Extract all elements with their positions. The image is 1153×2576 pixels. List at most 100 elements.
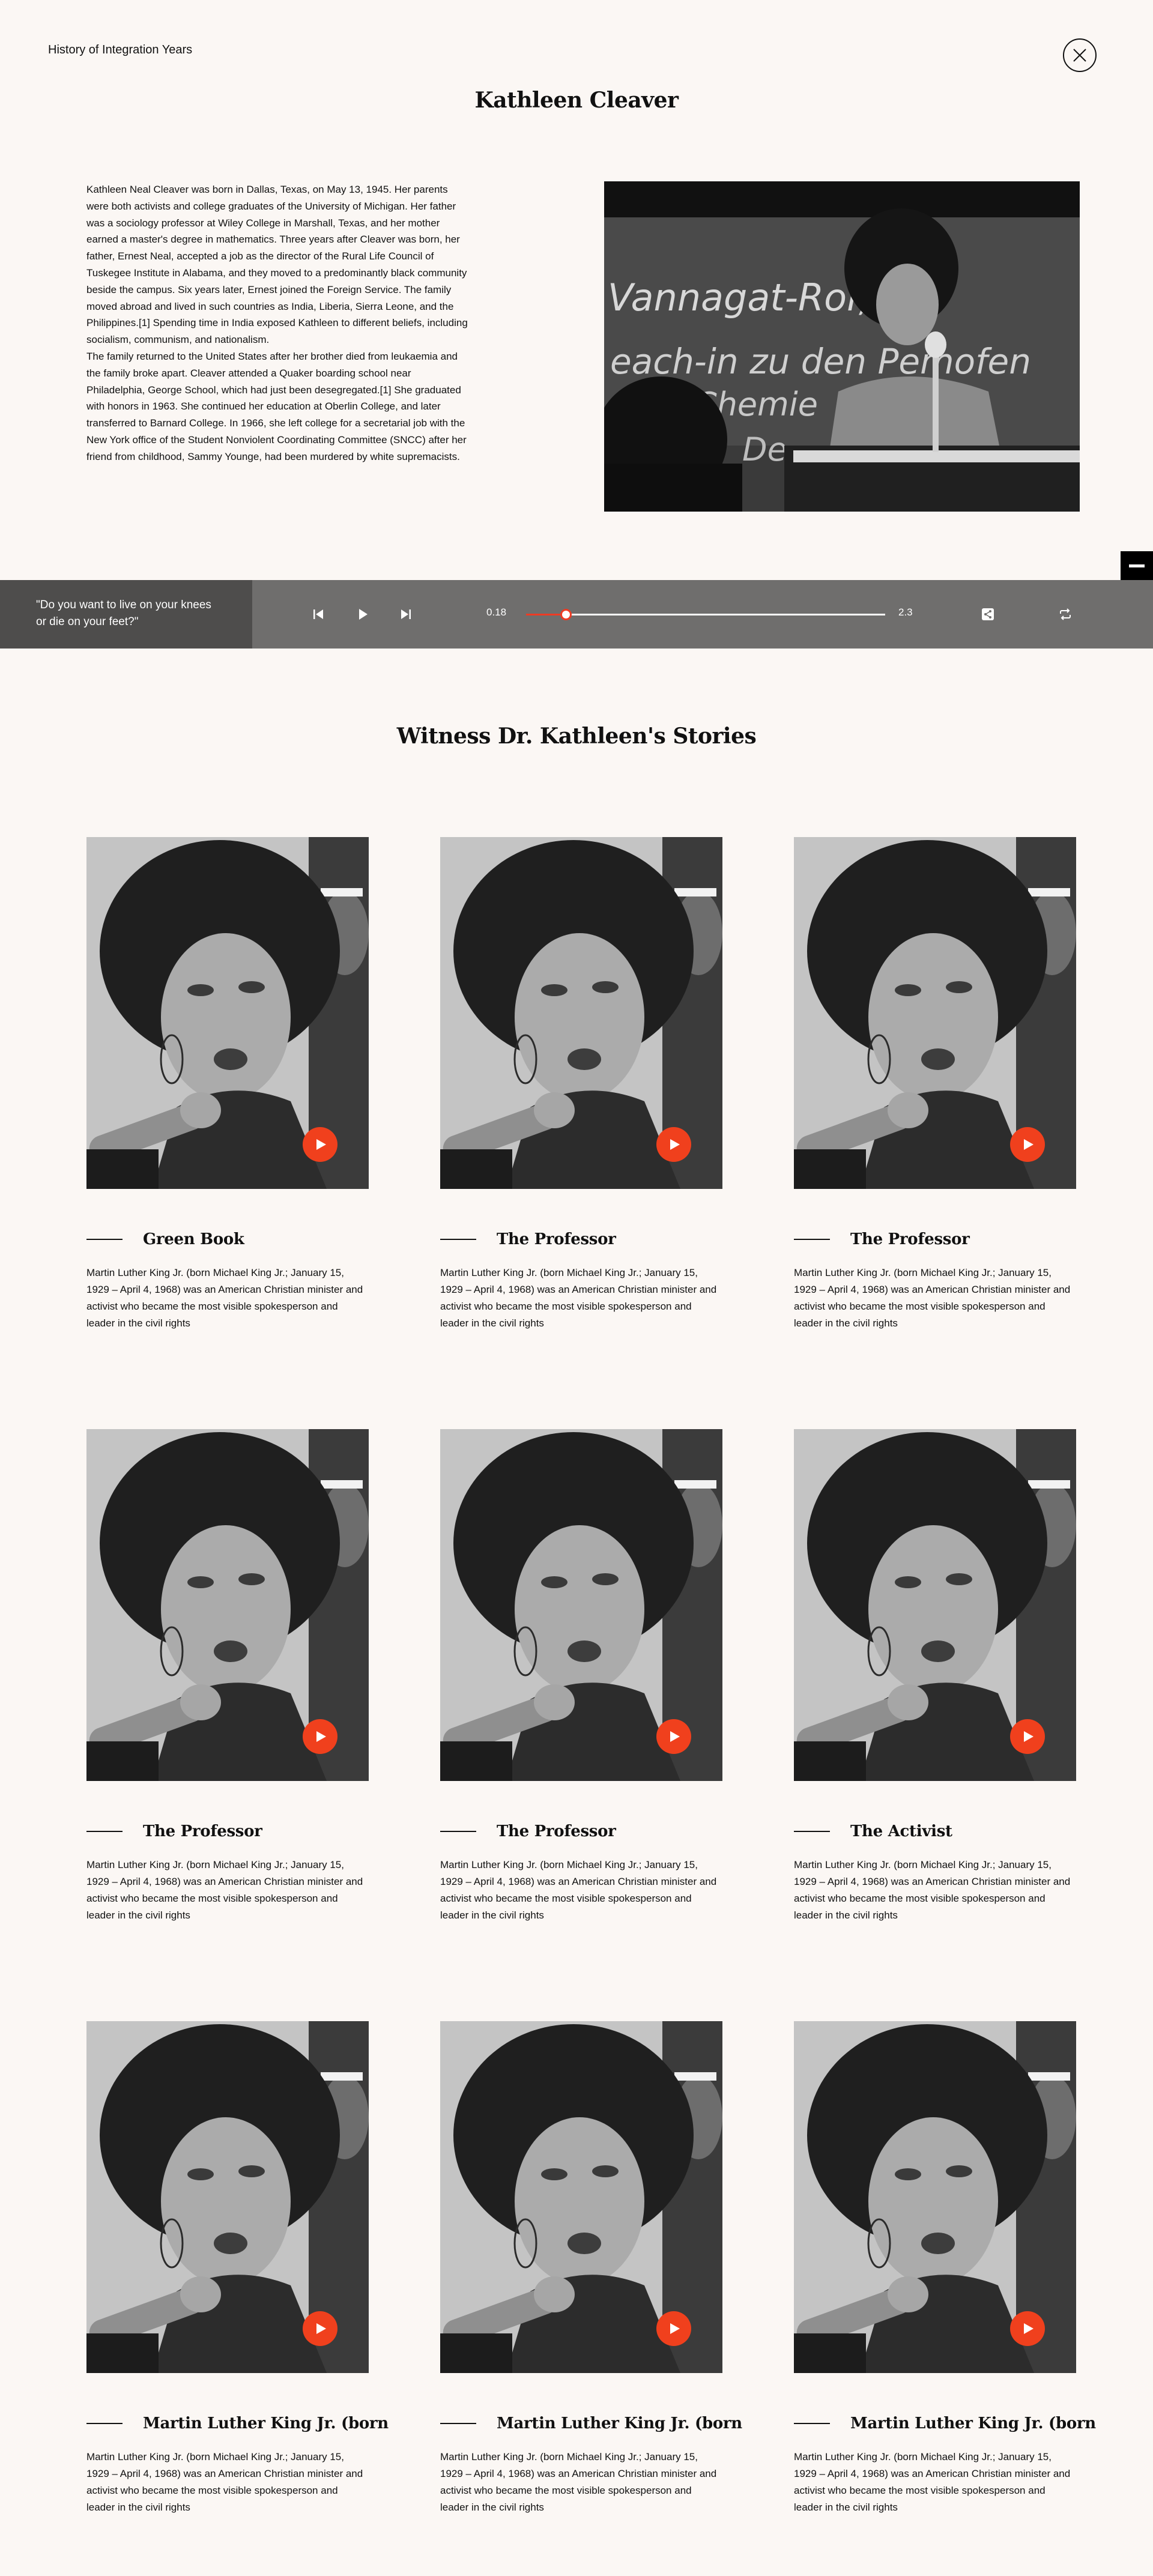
play-icon [316,1139,326,1150]
play-icon [316,2323,326,2334]
story-title[interactable]: Green Book [143,1230,244,1248]
skip-next-icon [401,609,411,619]
play-icon [359,609,368,620]
play-icon [1024,1731,1033,1742]
story-thumbnail[interactable] [440,1429,722,1781]
story-heading: Martin Luther King Jr. (born [440,2413,742,2434]
heading-rule [86,1239,123,1240]
current-time: 0.18 [486,606,507,618]
story-thumbnail[interactable] [794,1429,1076,1781]
story-heading: The Professor [440,1229,722,1250]
play-video-button[interactable] [303,1127,337,1162]
story-thumbnail[interactable] [440,2021,722,2373]
story-description: Martin Luther King Jr. (born Michael Kin… [440,2451,717,2513]
hero-photo: Vannagat-Ror, each-in zu den Pemofen Che… [604,181,1080,512]
story-title[interactable]: The Activist [850,1822,952,1840]
chalkboard-text: De [742,431,787,468]
next-button[interactable] [396,604,416,624]
story-heading: Green Book [86,1229,369,1250]
play-icon [670,2323,680,2334]
story-title[interactable]: Martin Luther King Jr. (born [497,2414,742,2432]
play-icon [670,1731,680,1742]
audio-player: "Do you want to live on your knees or di… [0,580,1153,649]
story-heading: The Professor [440,1821,722,1842]
story-card[interactable]: The Professor Martin Luther King Jr. (bo… [794,837,1076,1329]
play-icon [1024,2323,1033,2334]
play-button[interactable] [353,604,373,624]
share-icon [982,608,994,620]
play-icon [316,1731,326,1742]
story-card[interactable]: Martin Luther King Jr. (born Martin Luth… [794,2021,1096,2513]
heading-rule [440,1831,476,1832]
site-title[interactable]: History of Integration Years [48,43,192,57]
story-description: Martin Luther King Jr. (born Michael Kin… [86,1267,363,1329]
story-heading: The Activist [794,1821,1076,1842]
story-card[interactable]: Martin Luther King Jr. (born Martin Luth… [440,2021,742,2513]
player-quote: "Do you want to live on your knees or di… [0,580,252,649]
story-title[interactable]: Martin Luther King Jr. (born [850,2414,1096,2432]
total-time: 2.3 [898,606,913,618]
repeat-icon [1060,608,1071,620]
story-card[interactable]: The Professor Martin Luther King Jr. (bo… [86,1429,369,1921]
play-video-button[interactable] [303,1719,337,1754]
repeat-button[interactable] [1055,604,1076,624]
story-title[interactable]: The Professor [143,1822,262,1840]
story-title[interactable]: The Professor [497,1230,616,1248]
close-icon [1073,49,1086,62]
story-thumbnail[interactable] [794,837,1076,1189]
heading-rule [440,1239,476,1240]
progress-handle[interactable] [560,609,572,620]
skip-previous-icon [313,609,323,619]
story-card[interactable]: The Professor Martin Luther King Jr. (bo… [440,837,722,1329]
close-button[interactable] [1063,38,1097,72]
story-heading: Martin Luther King Jr. (born [794,2413,1096,2434]
story-title[interactable]: The Professor [850,1230,970,1248]
heading-rule [794,1239,830,1240]
heading-rule [440,2423,476,2424]
story-card[interactable]: Green Book Martin Luther King Jr. (born … [86,837,369,1329]
play-video-button[interactable] [1010,1127,1045,1162]
play-video-button[interactable] [303,2311,337,2346]
story-heading: The Professor [86,1821,369,1842]
play-icon [1024,1139,1033,1150]
story-thumbnail[interactable] [440,837,722,1189]
bio-paragraph: Kathleen Neal Cleaver was born in Dallas… [86,184,468,346]
story-description: Martin Luther King Jr. (born Michael Kin… [440,1267,717,1329]
story-description: Martin Luther King Jr. (born Michael Kin… [440,1859,717,1921]
story-thumbnail[interactable] [86,837,369,1189]
minus-icon [1129,564,1145,567]
story-title[interactable]: The Professor [497,1822,616,1840]
story-heading: Martin Luther King Jr. (born [86,2413,389,2434]
heading-rule [794,1831,830,1832]
collapse-button[interactable] [1121,551,1153,580]
story-description: Martin Luther King Jr. (born Michael Kin… [86,2451,363,2513]
play-video-button[interactable] [1010,2311,1045,2346]
chalkboard-text: each-in zu den Pemofen [610,341,1031,382]
bio-paragraph: The family returned to the United States… [86,350,467,462]
progress-fill [526,614,566,615]
play-video-button[interactable] [656,1127,691,1162]
play-video-button[interactable] [656,1719,691,1754]
story-thumbnail[interactable] [86,2021,369,2373]
section-title: Witness Dr. Kathleen's Stories [396,724,757,749]
play-icon [670,1139,680,1150]
progress-track[interactable] [526,609,885,620]
story-thumbnail[interactable] [86,1429,369,1781]
story-description: Martin Luther King Jr. (born Michael Kin… [794,1267,1071,1329]
story-card[interactable]: Martin Luther King Jr. (born Martin Luth… [86,2021,389,2513]
previous-button[interactable] [308,604,328,624]
story-description: Martin Luther King Jr. (born Michael Kin… [86,1859,363,1921]
play-video-button[interactable] [1010,1719,1045,1754]
share-button[interactable] [978,604,998,624]
heading-rule [794,2423,830,2424]
story-description: Martin Luther King Jr. (born Michael Kin… [794,2451,1071,2513]
story-thumbnail[interactable] [794,2021,1076,2373]
story-title[interactable]: Martin Luther King Jr. (born [143,2414,389,2432]
heading-rule [86,2423,123,2424]
story-card[interactable]: The Professor Martin Luther King Jr. (bo… [440,1429,722,1921]
bio-text: Kathleen Neal Cleaver was born in Dallas… [86,181,471,465]
story-card[interactable]: The Activist Martin Luther King Jr. (bor… [794,1429,1076,1921]
play-video-button[interactable] [656,2311,691,2346]
chalkboard-text: Vannagat-Ror, [608,276,871,319]
person-name: Kathleen Cleaver [474,88,679,113]
